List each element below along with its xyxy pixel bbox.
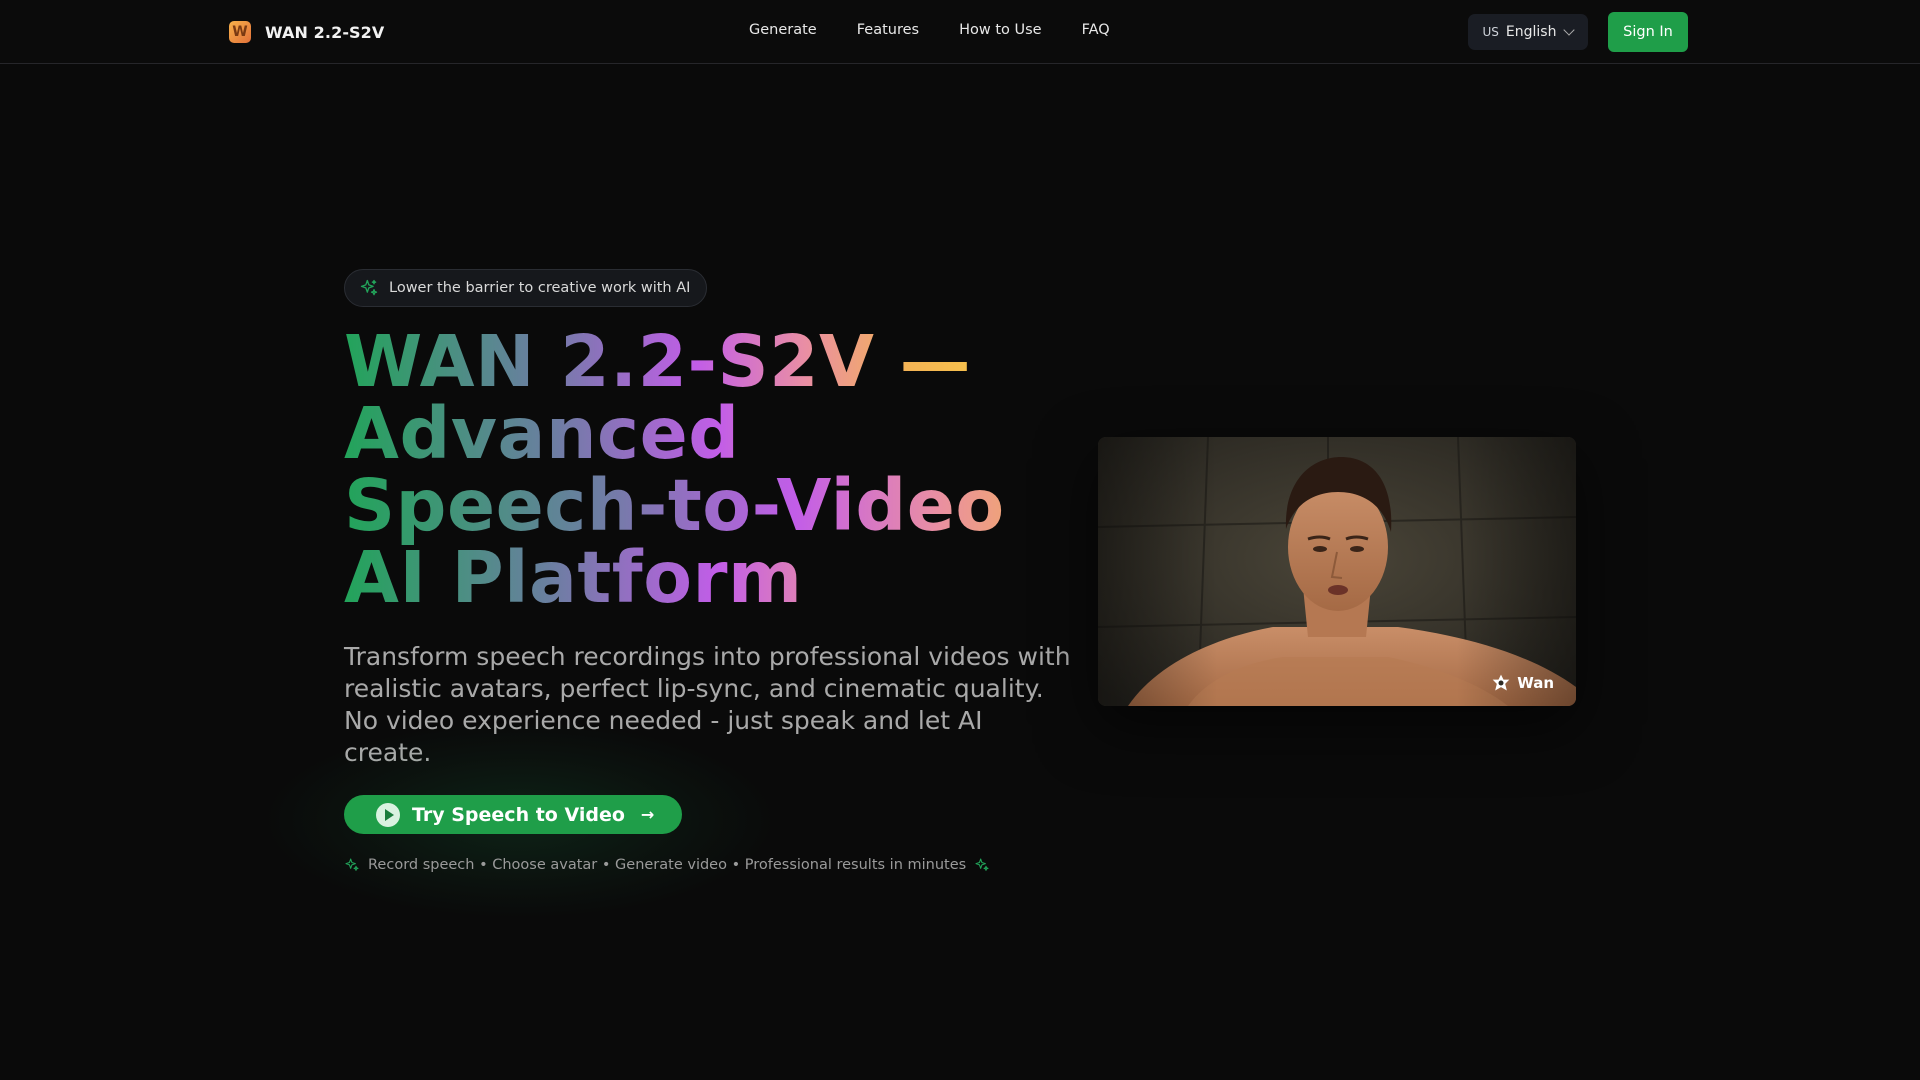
tagline-text: Lower the barrier to creative work with … [389,280,691,296]
headline-line-3: Speech-to-Video [344,464,1005,547]
hero-headline: WAN 2.2-S2V — Advanced Speech-to-Video A… [344,326,1064,614]
top-navbar: W WAN 2.2-S2V Generate Features How to U… [0,0,1920,64]
brand-logo-icon: W [229,21,251,43]
nav-faq[interactable]: FAQ [1082,22,1110,38]
try-speech-to-video-button[interactable]: Try Speech to Video → [344,795,682,834]
sign-in-button[interactable]: Sign In [1608,12,1688,52]
play-icon [376,802,400,827]
headline-line-4: AI Platform [344,536,803,619]
demo-video[interactable]: Wan [1098,437,1576,706]
nav-features[interactable]: Features [857,22,919,38]
language-label: English [1505,24,1557,40]
language-selector[interactable]: US English [1468,14,1588,50]
sparkles-icon [975,858,989,871]
arrow-right-icon: → [640,805,655,824]
chevron-down-icon [1563,24,1576,36]
headline-line-1: WAN 2.2-S2V — [344,320,972,403]
us-flag-icon: US [1482,25,1499,39]
video-frame-image [1098,437,1576,706]
sparkles-icon [360,279,378,296]
watermark-text: Wan [1517,674,1554,692]
brand[interactable]: W WAN 2.2-S2V [229,20,384,44]
cta-label: Try Speech to Video [412,803,625,826]
wan-logo-icon [1492,674,1510,691]
wan-watermark: Wan [1491,673,1554,693]
steps-line: Record speech • Choose avatar • Generate… [344,855,990,875]
steps-text: Record speech • Choose avatar • Generate… [368,857,967,873]
sparkles-icon [345,858,359,871]
tagline-badge: Lower the barrier to creative work with … [344,269,708,307]
headline-line-2: Advanced [344,392,740,475]
nav-how-to-use[interactable]: How to Use [959,22,1042,38]
brand-name: WAN 2.2-S2V [265,22,385,42]
main-nav: Generate Features How to Use FAQ [749,22,1110,38]
nav-generate[interactable]: Generate [749,22,817,38]
